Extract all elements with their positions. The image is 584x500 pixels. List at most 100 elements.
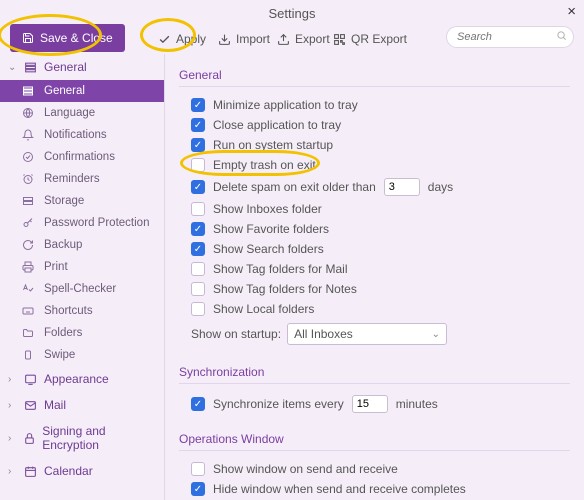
qr-export-button[interactable]: QR Export [325, 26, 415, 52]
calendar-icon [24, 465, 38, 478]
sync-minutes-input[interactable] [352, 395, 388, 413]
option-delete-spam[interactable]: ✓ Delete spam on exit older than days [179, 175, 570, 199]
sidebar-item-backup[interactable]: Backup [0, 234, 164, 256]
checkbox[interactable] [191, 262, 205, 276]
sidebar-item-swipe[interactable]: Swipe [0, 344, 164, 366]
storage-icon [22, 195, 36, 207]
chevron-right-icon: › [8, 466, 18, 477]
checkbox[interactable]: ✓ [191, 222, 205, 236]
lock-icon [23, 432, 36, 445]
sidebar-category-general[interactable]: ⌄ General [0, 54, 164, 80]
sidebar-item-folders[interactable]: Folders [0, 322, 164, 344]
option-label: Close application to tray [213, 118, 341, 132]
section-ops-heading: Operations Window [179, 426, 570, 451]
checkbox[interactable] [191, 282, 205, 296]
option-close-tray[interactable]: ✓ Close application to tray [179, 115, 570, 135]
sidebar-item-storage[interactable]: Storage [0, 190, 164, 212]
startup-select[interactable]: All Inboxes ⌄ [287, 323, 447, 345]
spam-days-input[interactable] [384, 178, 420, 196]
sync-label-pre: Synchronize items every [213, 397, 344, 411]
apply-button[interactable]: Apply [150, 26, 214, 52]
sidebar-item-label: Swipe [44, 349, 75, 361]
option-sync-interval[interactable]: ✓ Synchronize items every minutes [179, 392, 570, 416]
backup-icon [22, 239, 36, 251]
option-label: Hide window when send and receive comple… [213, 482, 466, 496]
sidebar-item-label: General [44, 85, 85, 97]
option-show-local[interactable]: Show Local folders [179, 299, 570, 319]
option-run-startup[interactable]: ✓ Run on system startup [179, 135, 570, 155]
option-label: Show Tag folders for Notes [213, 282, 357, 296]
option-label: Show Tag folders for Mail [213, 262, 348, 276]
checkbox[interactable]: ✓ [191, 138, 205, 152]
checkbox[interactable] [191, 302, 205, 316]
qr-export-label: QR Export [351, 32, 407, 46]
sidebar-item-general[interactable]: General [0, 80, 164, 102]
search-field[interactable] [446, 26, 574, 48]
sidebar-item-label: Notifications [44, 129, 107, 141]
option-show-tag-notes[interactable]: Show Tag folders for Notes [179, 279, 570, 299]
checkbox[interactable]: ✓ [191, 118, 205, 132]
checkbox[interactable]: ✓ [191, 482, 205, 496]
print-icon [22, 261, 36, 273]
checkbox[interactable]: ✓ [191, 242, 205, 256]
check-icon [158, 33, 171, 46]
checkbox[interactable] [191, 158, 205, 172]
checkbox[interactable]: ✓ [191, 397, 205, 411]
sidebar-item-label: Print [44, 261, 68, 273]
option-show-tag-mail[interactable]: Show Tag folders for Mail [179, 259, 570, 279]
row-show-startup: Show on startup: All Inboxes ⌄ [179, 319, 570, 349]
option-show-window-sendrecv[interactable]: Show window on send and receive [179, 459, 570, 479]
option-show-favorite[interactable]: ✓ Show Favorite folders [179, 219, 570, 239]
sidebar-item-notifications[interactable]: Notifications [0, 124, 164, 146]
sync-label-post: minutes [396, 397, 438, 411]
swipe-icon [22, 349, 36, 361]
checkbox[interactable] [191, 202, 205, 216]
option-show-search[interactable]: ✓ Show Search folders [179, 239, 570, 259]
toolbar: Settings × Save & Close Apply Import Exp… [0, 0, 584, 54]
window-title: Settings [269, 6, 316, 21]
save-close-button[interactable]: Save & Close [10, 24, 125, 52]
folder-icon [22, 327, 36, 339]
option-show-inboxes[interactable]: Show Inboxes folder [179, 199, 570, 219]
category-label: Calendar [44, 464, 93, 478]
sidebar-item-label: Language [44, 107, 95, 119]
checkbox[interactable]: ✓ [191, 180, 205, 194]
chevron-right-icon: › [8, 400, 18, 411]
sidebar-item-confirmations[interactable]: Confirmations [0, 146, 164, 168]
option-label: Show Local folders [213, 302, 314, 316]
close-button[interactable]: × [567, 3, 576, 20]
sidebar-category-mail[interactable]: › Mail [0, 392, 164, 418]
save-icon [22, 32, 34, 44]
sidebar-category-calendar[interactable]: › Calendar [0, 458, 164, 484]
sidebar-item-spellchecker[interactable]: Spell-Checker [0, 278, 164, 300]
option-label: Show window on send and receive [213, 462, 398, 476]
sidebar-item-password[interactable]: Password Protection [0, 212, 164, 234]
option-hide-window-complete[interactable]: ✓ Hide window when send and receive comp… [179, 479, 570, 499]
sidebar-category-appearance[interactable]: › Appearance [0, 366, 164, 392]
clock-icon [22, 173, 36, 185]
content-pane: General ✓ Minimize application to tray ✓… [165, 54, 584, 500]
sidebar-item-reminders[interactable]: Reminders [0, 168, 164, 190]
sidebar-item-label: Storage [44, 195, 84, 207]
category-label: Appearance [44, 372, 109, 386]
checkbox[interactable] [191, 462, 205, 476]
keyboard-icon [22, 305, 36, 317]
option-empty-trash[interactable]: Empty trash on exit [179, 155, 570, 175]
sidebar-item-shortcuts[interactable]: Shortcuts [0, 300, 164, 322]
sidebar-item-language[interactable]: Language [0, 102, 164, 124]
panel-icon [22, 85, 36, 97]
option-label: Run on system startup [213, 138, 333, 152]
globe-icon [22, 107, 36, 119]
option-minimize-tray[interactable]: ✓ Minimize application to tray [179, 95, 570, 115]
sidebar-category-signing[interactable]: › Signing and Encryption [0, 418, 164, 458]
section-general-heading: General [179, 62, 570, 87]
import-button[interactable]: Import [210, 26, 278, 52]
sidebar-item-print[interactable]: Print [0, 256, 164, 278]
sidebar: ⌄ General General Language Notifications… [0, 54, 165, 500]
sidebar-item-label: Password Protection [44, 217, 149, 229]
search-input[interactable] [446, 26, 574, 48]
option-label-post: days [428, 180, 453, 194]
appearance-icon [24, 373, 38, 386]
search-icon [556, 30, 567, 41]
checkbox[interactable]: ✓ [191, 98, 205, 112]
